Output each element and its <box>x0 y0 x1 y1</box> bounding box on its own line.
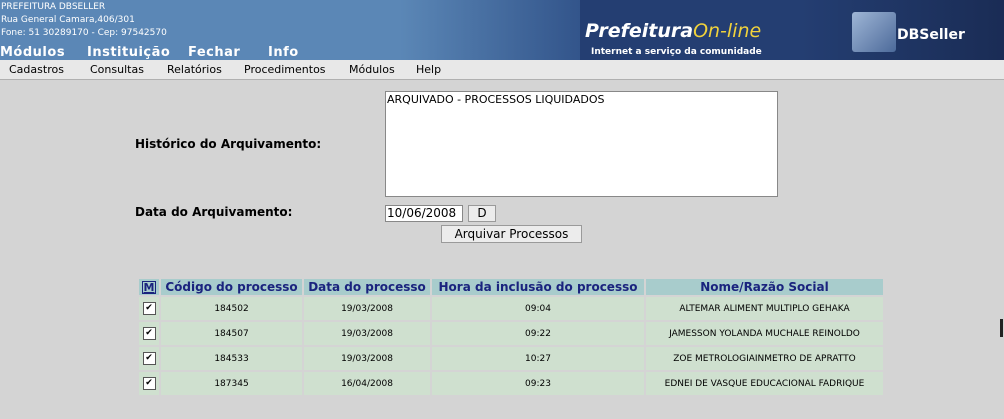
col-nome: Nome/Razão Social <box>646 279 883 295</box>
main-menu-instituicao[interactable]: Instituição <box>87 45 170 60</box>
cell-hora: 09:23 <box>432 372 644 395</box>
col-codigo: Código do processo <box>161 279 302 295</box>
sub-menu-bar: Cadastros Consultas Relatórios Procedime… <box>0 60 1004 80</box>
main-menu-modulos[interactable]: Módulos <box>0 45 65 60</box>
mark-all-toggle[interactable]: M <box>141 281 157 294</box>
table-row: ✔ 184502 19/03/2008 09:04 ALTEMAR ALIMEN… <box>139 297 883 320</box>
cell-codigo: 184533 <box>161 347 302 370</box>
header-gradient <box>400 0 600 60</box>
submenu-consultas[interactable]: Consultas <box>90 63 144 76</box>
mark-all-header[interactable]: M <box>139 279 159 295</box>
org-contact: Fone: 51 30289170 - Cep: 97542570 <box>1 28 167 38</box>
cell-data: 16/04/2008 <box>304 372 430 395</box>
row-checkbox-cell: ✔ <box>139 297 159 320</box>
date-picker-button[interactable]: D <box>468 205 496 222</box>
col-hora: Hora da inclusão do processo <box>432 279 644 295</box>
row-checkbox[interactable]: ✔ <box>142 352 156 365</box>
col-data: Data do processo <box>304 279 430 295</box>
table-header-row: M Código do processo Data do processo Ho… <box>139 279 883 295</box>
submenu-procedimentos[interactable]: Procedimentos <box>244 63 326 76</box>
org-info: PREFEITURA DBSELLER Rua General Camara,4… <box>1 1 167 40</box>
main-menu-fechar[interactable]: Fechar <box>188 45 240 60</box>
row-checkbox[interactable]: ✔ <box>142 302 156 315</box>
row-checkbox-cell: ✔ <box>139 372 159 395</box>
arquivar-processos-button[interactable]: Arquivar Processos <box>441 225 582 243</box>
data-arquivamento-label: Data do Arquivamento: <box>135 205 293 219</box>
logo-word-online: On-line <box>693 20 762 42</box>
cell-codigo: 187345 <box>161 372 302 395</box>
cell-hora: 10:27 <box>432 347 644 370</box>
portal-tagline: Internet a serviço da comunidade <box>591 47 762 57</box>
processos-table: M Código do processo Data do processo Ho… <box>137 277 885 397</box>
row-checkbox[interactable]: ✔ <box>142 327 156 340</box>
prefeitura-online-logo: PrefeituraOn-line <box>585 20 761 42</box>
row-checkbox[interactable]: ✔ <box>142 377 156 390</box>
data-arquivamento-input[interactable]: 10/06/2008 <box>385 205 463 222</box>
cell-codigo: 184507 <box>161 322 302 345</box>
cell-codigo: 184502 <box>161 297 302 320</box>
dbseller-logo-icon <box>852 12 896 52</box>
cell-nome: JAMESSON YOLANDA MUCHALE REINOLDO <box>646 322 883 345</box>
cell-data: 19/03/2008 <box>304 297 430 320</box>
historico-textarea[interactable]: ARQUIVADO - PROCESSOS LIQUIDADOS <box>385 91 778 197</box>
cell-hora: 09:22 <box>432 322 644 345</box>
submenu-relatorios[interactable]: Relatórios <box>167 63 222 76</box>
org-name: PREFEITURA DBSELLER <box>1 2 106 12</box>
cell-data: 19/03/2008 <box>304 322 430 345</box>
app-header: PREFEITURA DBSELLER Rua General Camara,4… <box>0 0 1004 60</box>
cell-nome: ALTEMAR ALIMENT MULTIPLO GEHAKA <box>646 297 883 320</box>
table-row: ✔ 184507 19/03/2008 09:22 JAMESSON YOLAN… <box>139 322 883 345</box>
submenu-cadastros[interactable]: Cadastros <box>9 63 64 76</box>
row-checkbox-cell: ✔ <box>139 322 159 345</box>
submenu-help[interactable]: Help <box>416 63 441 76</box>
row-checkbox-cell: ✔ <box>139 347 159 370</box>
cell-nome: ZOE METROLOGIAINMETRO DE APRATTO <box>646 347 883 370</box>
cell-nome: EDNEI DE VASQUE EDUCACIONAL FADRIQUE <box>646 372 883 395</box>
cell-data: 19/03/2008 <box>304 347 430 370</box>
org-address: Rua General Camara,406/301 <box>1 15 135 25</box>
main-menu-info[interactable]: Info <box>268 45 299 60</box>
dbseller-logo-text: DBSeller <box>897 27 965 43</box>
text-cursor-icon <box>1000 319 1003 337</box>
logo-word-prefeitura: Prefeitura <box>585 20 694 42</box>
submenu-modulos[interactable]: Módulos <box>349 63 395 76</box>
table-row: ✔ 184533 19/03/2008 10:27 ZOE METROLOGIA… <box>139 347 883 370</box>
cell-hora: 09:04 <box>432 297 644 320</box>
historico-label: Histórico do Arquivamento: <box>135 137 322 151</box>
vendor-name: DBSeller <box>897 27 965 43</box>
table-row: ✔ 187345 16/04/2008 09:23 EDNEI DE VASQU… <box>139 372 883 395</box>
